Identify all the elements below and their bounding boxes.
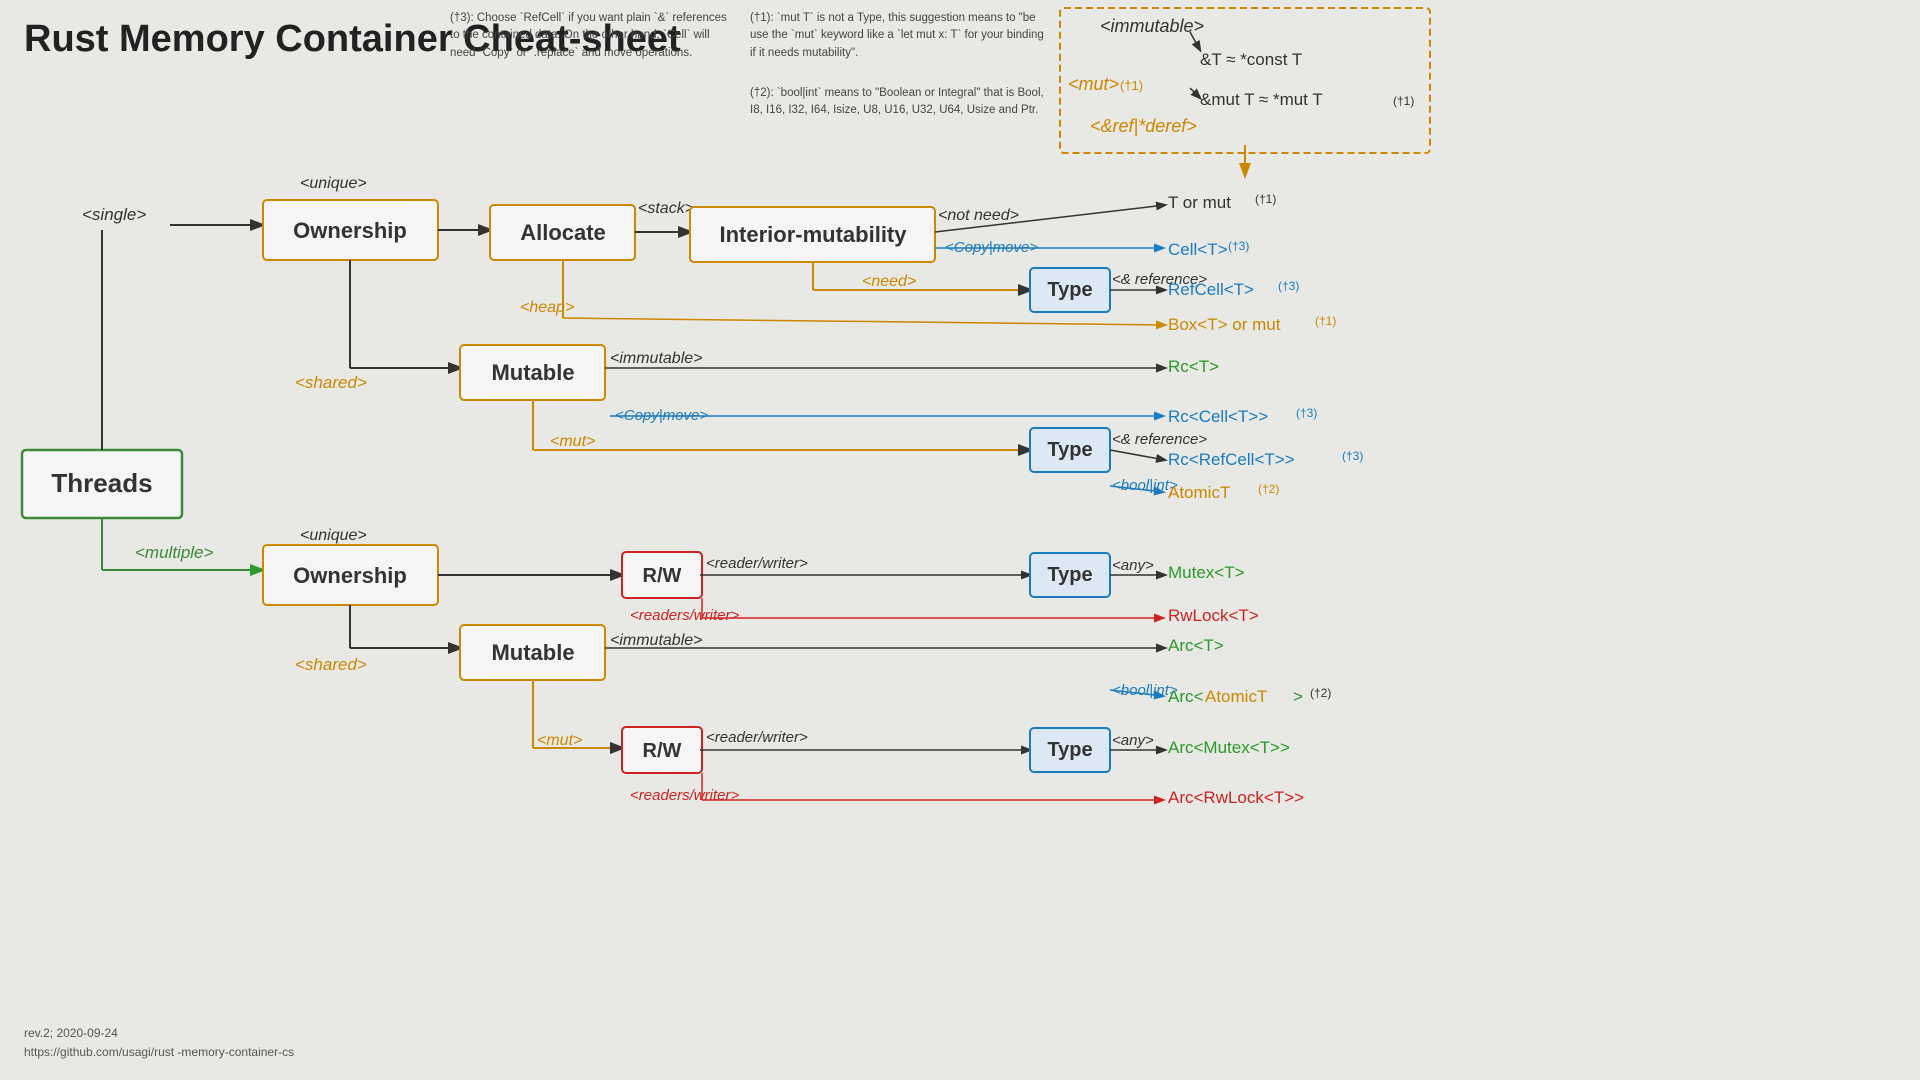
svg-text:Box<T> or mut: Box<T> or mut <box>1168 315 1281 334</box>
svg-text:Rc<T>: Rc<T> <box>1168 357 1219 376</box>
svg-text:<any>: <any> <box>1112 732 1154 749</box>
svg-text:AtomicT: AtomicT <box>1168 483 1230 502</box>
svg-text:Interior-mutability: Interior-mutability <box>719 222 907 247</box>
svg-text:Type: Type <box>1047 739 1092 761</box>
svg-text:<shared>: <shared> <box>295 655 367 674</box>
svg-text:<any>: <any> <box>1112 557 1154 574</box>
svg-text:<&ref|*deref>: <&ref|*deref> <box>1090 116 1197 136</box>
svg-text:(†3): (†3) <box>1342 449 1363 463</box>
svg-text:Allocate: Allocate <box>520 220 606 245</box>
svg-text:RefCell<T>: RefCell<T> <box>1168 280 1254 299</box>
svg-text:T or mut: T or mut <box>1168 193 1231 212</box>
svg-text:Type: Type <box>1047 439 1092 461</box>
svg-text:<need>: <need> <box>862 273 916 290</box>
svg-text:Rc<Cell<T>>: Rc<Cell<T>> <box>1168 407 1268 426</box>
svg-text:<immutable>: <immutable> <box>610 350 703 367</box>
svg-text:<multiple>: <multiple> <box>135 543 214 562</box>
footer: rev.2; 2020-09-24 https://github.com/usa… <box>24 1024 294 1062</box>
svg-text:Type: Type <box>1047 564 1092 586</box>
svg-text:Mutex<T>: Mutex<T> <box>1168 563 1245 582</box>
svg-text:<immutable>: <immutable> <box>610 632 703 649</box>
svg-text:(†1): (†1) <box>1393 94 1414 108</box>
svg-text:Cell<T>: Cell<T> <box>1168 240 1228 259</box>
svg-text:Mutable: Mutable <box>491 360 574 385</box>
svg-text:(†2): (†2) <box>1310 686 1331 700</box>
svg-text:<single>: <single> <box>82 205 146 224</box>
svg-text:Rc<RefCell<T>>: Rc<RefCell<T>> <box>1168 450 1295 469</box>
svg-text:>: > <box>1293 687 1303 706</box>
svg-text:RwLock<T>: RwLock<T> <box>1168 606 1259 625</box>
svg-text:<mut>: <mut> <box>550 433 595 450</box>
svg-text:(†3): (†3) <box>1278 279 1299 293</box>
svg-text:<reader/writer>: <reader/writer> <box>706 555 808 572</box>
svg-text:<reader/writer>: <reader/writer> <box>706 729 808 746</box>
svg-text:<& reference>: <& reference> <box>1112 431 1207 448</box>
svg-text:<unique>: <unique> <box>300 175 367 192</box>
svg-text:R/W: R/W <box>643 565 682 587</box>
svg-text:(†1): (†1) <box>1120 78 1143 93</box>
svg-text:<readers/writer>: <readers/writer> <box>630 787 739 804</box>
diagram-svg: <immutable> &T ≈ *const T <mut> (†1) &mu… <box>0 0 1920 1080</box>
svg-text:AtomicT: AtomicT <box>1205 687 1267 706</box>
svg-text:Threads: Threads <box>51 468 152 498</box>
svg-text:<readers/writer>: <readers/writer> <box>630 607 739 624</box>
svg-text:Ownership: Ownership <box>293 218 407 243</box>
svg-text:&mut T ≈ *mut T: &mut T ≈ *mut T <box>1200 90 1323 109</box>
svg-text:Arc<Mutex<T>>: Arc<Mutex<T>> <box>1168 738 1290 757</box>
svg-text:<not need>: <not need> <box>938 207 1019 224</box>
svg-text:(†3): (†3) <box>1228 239 1249 253</box>
svg-text:Arc<RwLock<T>>: Arc<RwLock<T>> <box>1168 788 1304 807</box>
svg-text:<heap>: <heap> <box>520 299 574 316</box>
footer-line2: https://github.com/usagi/rust -memory-co… <box>24 1043 294 1062</box>
svg-text:&T ≈ *const T: &T ≈ *const T <box>1200 50 1302 69</box>
svg-text:<shared>: <shared> <box>295 373 367 392</box>
svg-text:Ownership: Ownership <box>293 563 407 588</box>
svg-text:<mut>: <mut> <box>1068 74 1119 94</box>
svg-text:(†3): (†3) <box>1296 406 1317 420</box>
svg-text:<mut>: <mut> <box>537 732 582 749</box>
svg-text:Mutable: Mutable <box>491 640 574 665</box>
footer-line1: rev.2; 2020-09-24 <box>24 1024 294 1043</box>
svg-text:(†1): (†1) <box>1315 314 1336 328</box>
svg-text:<unique>: <unique> <box>300 527 367 544</box>
svg-text:(†1): (†1) <box>1255 192 1276 206</box>
svg-text:Arc<: Arc< <box>1168 687 1204 706</box>
svg-text:Type: Type <box>1047 279 1092 301</box>
svg-text:<stack>: <stack> <box>638 200 694 217</box>
svg-text:Arc<T>: Arc<T> <box>1168 636 1224 655</box>
svg-text:<immutable>: <immutable> <box>1100 16 1204 36</box>
svg-text:R/W: R/W <box>643 740 682 762</box>
svg-text:(†2): (†2) <box>1258 482 1279 496</box>
